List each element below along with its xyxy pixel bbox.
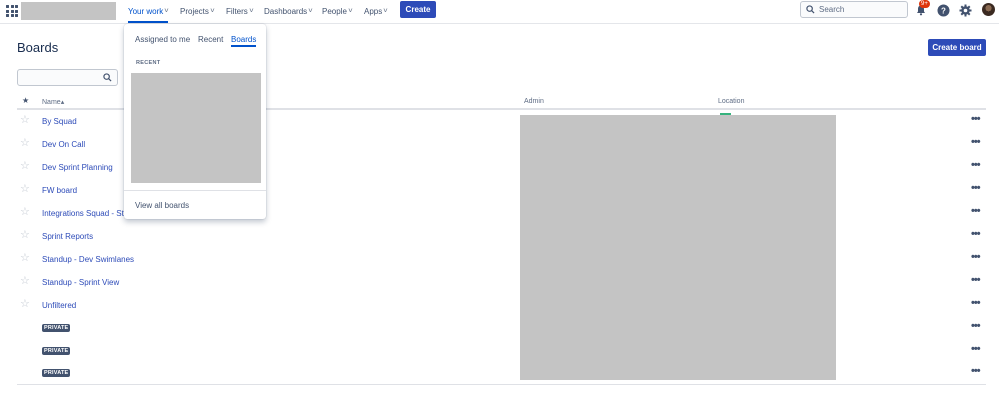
tab-boards[interactable]: Boards	[231, 35, 257, 47]
star-icon[interactable]: ☆	[20, 207, 30, 218]
more-actions-icon[interactable]: •••	[971, 159, 981, 171]
your-work-dropdown: Assigned to me Recent Boards RECENT View…	[124, 24, 266, 219]
tab-assigned-to-me[interactable]: Assigned to me	[135, 35, 190, 44]
more-actions-icon[interactable]: •••	[971, 251, 981, 263]
name-column-header[interactable]: Name▴	[42, 98, 64, 106]
nav-filters-label: Filters	[226, 6, 248, 16]
dropdown-divider	[124, 190, 266, 191]
nav-people-label: People	[322, 6, 347, 16]
create-board-button[interactable]: Create board	[928, 39, 986, 56]
view-all-boards-link[interactable]: View all boards	[135, 201, 189, 210]
redacted-admin-location-area	[520, 115, 836, 380]
more-actions-icon[interactable]: •••	[971, 205, 981, 217]
redacted-recent-boards	[131, 73, 261, 183]
table-row[interactable]: ☆ Standup - Dev Swimlanes •••	[17, 248, 986, 271]
star-icon[interactable]: ☆	[20, 299, 30, 310]
star-icon[interactable]: ☆	[20, 184, 30, 195]
nav-filters[interactable]: Filters v	[226, 6, 253, 16]
table-row[interactable]: PRIVATE •••	[17, 362, 986, 385]
help-icon[interactable]: ?	[936, 3, 950, 17]
star-icon[interactable]: ☆	[20, 161, 30, 172]
create-button[interactable]: Create	[400, 1, 436, 18]
more-actions-icon[interactable]: •••	[971, 274, 981, 286]
star-icon[interactable]: ☆	[20, 138, 30, 149]
more-actions-icon[interactable]: •••	[971, 343, 981, 355]
chevron-down-icon: v	[210, 8, 215, 14]
table-row[interactable]: PRIVATE •••	[17, 317, 986, 340]
page-title: Boards	[17, 40, 59, 55]
table-row[interactable]: ☆ Sprint Reports •••	[17, 225, 986, 248]
tab-recent[interactable]: Recent	[198, 35, 223, 44]
more-actions-icon[interactable]: •••	[971, 297, 981, 309]
chevron-down-icon: v	[164, 8, 169, 14]
nav-apps[interactable]: Apps v	[364, 6, 388, 16]
location-column-header[interactable]: Location	[718, 98, 744, 105]
star-icon[interactable]: ☆	[20, 230, 30, 241]
private-lozenge: PRIVATE	[42, 324, 71, 332]
chevron-down-icon: v	[383, 8, 388, 14]
more-actions-icon[interactable]: •••	[971, 136, 981, 148]
nav-dashboards[interactable]: Dashboards v	[264, 6, 313, 16]
top-navigation-bar: Your work v Projects v Filters v Dashboards…	[0, 0, 999, 24]
more-actions-icon[interactable]: •••	[971, 182, 981, 194]
nav-dashboards-label: Dashboards	[264, 6, 308, 16]
global-search-input[interactable]	[819, 5, 904, 14]
star-icon[interactable]: ☆	[20, 253, 30, 264]
board-name-link[interactable]: Sprint Reports	[42, 232, 93, 241]
app-switcher-icon[interactable]	[5, 4, 19, 18]
nav-projects-label: Projects	[180, 6, 209, 16]
nav-your-work[interactable]: Your work v	[128, 6, 169, 23]
admin-column-header[interactable]: Admin	[524, 98, 544, 105]
star-icon[interactable]: ☆	[20, 276, 30, 287]
name-column-label: Name	[42, 99, 61, 106]
more-actions-icon[interactable]: •••	[971, 365, 981, 377]
private-lozenge: PRIVATE	[42, 369, 71, 377]
notification-badge: 9+	[919, 0, 930, 8]
board-name-link[interactable]: By Squad	[42, 117, 77, 126]
search-icon	[103, 73, 112, 82]
board-search-input[interactable]	[22, 70, 102, 85]
svg-text:?: ?	[941, 6, 946, 15]
star-column-header[interactable]: ★	[22, 96, 29, 105]
table-row[interactable]: PRIVATE •••	[17, 340, 986, 363]
chevron-down-icon: v	[348, 8, 353, 14]
more-actions-icon[interactable]: •••	[971, 320, 981, 332]
board-name-link[interactable]: FW board	[42, 186, 77, 195]
more-actions-icon[interactable]: •••	[971, 113, 981, 125]
more-actions-icon[interactable]: •••	[971, 228, 981, 240]
chevron-down-icon: v	[308, 8, 313, 14]
recent-section-heading: RECENT	[136, 60, 161, 66]
board-name-link[interactable]: Dev On Call	[42, 140, 85, 149]
nav-apps-label: Apps	[364, 6, 383, 16]
table-row[interactable]: ☆ Standup - Sprint View •••	[17, 271, 986, 294]
board-search-field[interactable]	[17, 69, 118, 86]
board-name-link[interactable]: Dev Sprint Planning	[42, 163, 113, 172]
nav-projects[interactable]: Projects v	[180, 6, 214, 16]
board-name-link[interactable]: Unfiltered	[42, 301, 76, 310]
site-logo[interactable]	[21, 2, 116, 20]
avatar[interactable]	[982, 3, 995, 16]
table-divider	[17, 384, 986, 385]
board-name-link[interactable]: Standup - Dev Swimlanes	[42, 255, 134, 264]
nav-people[interactable]: People v	[322, 6, 352, 16]
private-lozenge: PRIVATE	[42, 347, 71, 355]
settings-icon[interactable]	[958, 3, 972, 17]
board-name-link[interactable]: Standup - Sprint View	[42, 278, 119, 287]
global-search[interactable]	[800, 1, 908, 18]
search-icon	[806, 5, 815, 14]
chevron-down-icon: v	[249, 8, 254, 14]
table-row[interactable]: ☆ Unfiltered •••	[17, 294, 986, 317]
board-name-link[interactable]: Integrations Squad - Sta	[42, 209, 128, 218]
nav-your-work-label: Your work	[128, 6, 164, 16]
sort-ascending-icon: ▴	[60, 99, 65, 106]
star-icon[interactable]: ☆	[20, 115, 30, 126]
